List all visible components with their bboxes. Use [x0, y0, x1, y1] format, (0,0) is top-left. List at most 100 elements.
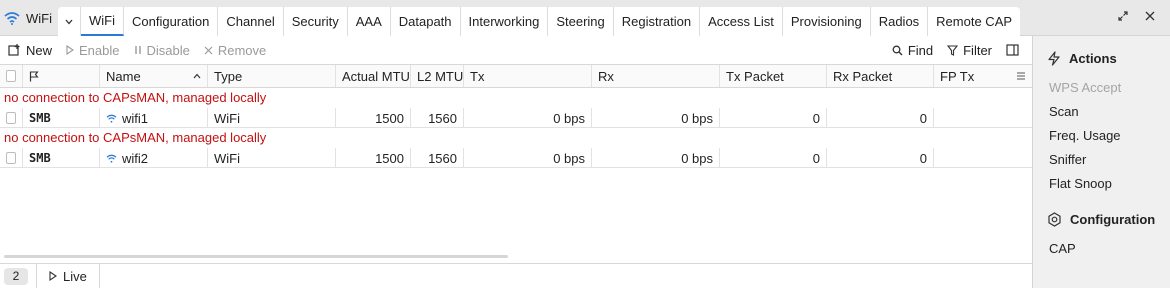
disable-button-label: Disable	[146, 42, 190, 58]
row-checkbox-cell[interactable]	[0, 108, 23, 128]
tab-configuration[interactable]: Configuration	[124, 7, 219, 36]
row-name: wifi2	[122, 150, 149, 166]
wifi-icon	[106, 114, 117, 123]
tab-interworking[interactable]: Interworking	[460, 7, 549, 36]
tab-registration[interactable]: Registration	[613, 7, 701, 36]
configuration-heading: Configuration	[1047, 212, 1155, 227]
tab-dropdown[interactable]	[58, 7, 81, 36]
tab-bar: WiFi Configuration Channel Security AAA …	[58, 7, 1021, 36]
find-button[interactable]: Find	[892, 43, 933, 58]
tab-security[interactable]: Security	[283, 7, 348, 36]
live-button[interactable]: Live	[37, 269, 99, 284]
find-button-label: Find	[907, 42, 934, 58]
action-freq-usage[interactable]: Freq. Usage	[1049, 128, 1121, 143]
filter-button-label: Filter	[963, 42, 992, 58]
row-rx: 0 bps	[592, 148, 720, 168]
restore-icon[interactable]	[1118, 10, 1128, 24]
action-sniffer[interactable]: Sniffer	[1049, 152, 1086, 167]
column-header-actual-mtu[interactable]: Actual MTU	[336, 65, 411, 87]
row-flags: SMB	[23, 108, 100, 128]
remove-button-label: Remove	[217, 42, 267, 58]
select-all-checkbox[interactable]	[6, 70, 16, 82]
live-button-label: Live	[63, 268, 87, 284]
row-checkbox-cell[interactable]	[0, 148, 23, 168]
column-header-fp-tx[interactable]: FP Tx	[934, 65, 1032, 87]
new-button[interactable]: New	[8, 43, 52, 58]
row-fp-tx	[934, 108, 1032, 128]
enable-button[interactable]: Enable	[66, 42, 120, 58]
row-fp-tx	[934, 148, 1032, 168]
action-flat-snoop[interactable]: Flat Snoop	[1049, 176, 1112, 191]
enable-button-label: Enable	[79, 42, 120, 58]
column-header-tx-packet[interactable]: Tx Packet	[720, 65, 827, 87]
close-icon[interactable]	[1145, 10, 1155, 24]
window-title: WiFi	[0, 6, 56, 30]
title-bar: WiFi WiFi Configuration Channel Security…	[0, 0, 1170, 36]
row-status-message: no connection to CAPsMAN, managed locall…	[4, 90, 267, 105]
table-row[interactable]: no connection to CAPsMAN, managed locall…	[0, 88, 1032, 128]
flags-column-header[interactable]	[23, 65, 100, 87]
sidebar-panel-icon	[1006, 44, 1019, 56]
flag-icon	[29, 70, 39, 81]
column-header-tx[interactable]: Tx	[464, 65, 592, 87]
tab-datapath[interactable]: Datapath	[390, 7, 461, 36]
new-item-icon	[8, 44, 20, 56]
row-name-cell: wifi1	[100, 108, 208, 128]
column-header-name-label: Name	[106, 68, 141, 84]
row-name: wifi1	[122, 110, 149, 126]
row-data: SMB wifi2 WiFi 1500 1560 0 bps 0 bps 0 0	[0, 148, 1032, 168]
column-header-l2-mtu[interactable]: L2 MTU	[411, 65, 464, 87]
tab-access-list[interactable]: Access List	[700, 7, 783, 36]
tab-radios[interactable]: Radios	[870, 7, 929, 36]
actions-heading-label: Actions	[1069, 51, 1117, 66]
row-tx: 0 bps	[464, 108, 592, 128]
item-count-badge: 2	[4, 267, 28, 285]
row-flags: SMB	[23, 148, 100, 168]
row-l2-mtu: 1560	[411, 148, 464, 168]
horizontal-scrollbar[interactable]	[4, 255, 508, 258]
tab-aaa[interactable]: AAA	[347, 7, 391, 36]
filter-icon	[947, 44, 959, 56]
row-name-cell: wifi2	[100, 148, 208, 168]
lightning-icon	[1048, 51, 1060, 66]
select-all-checkbox-cell[interactable]	[0, 65, 23, 87]
tab-channel[interactable]: Channel	[218, 7, 284, 36]
play-icon	[66, 45, 75, 55]
new-button-label: New	[26, 42, 53, 58]
column-header-rx-packet[interactable]: Rx Packet	[827, 65, 934, 87]
panel-toggle-button[interactable]	[1006, 44, 1024, 56]
tab-wifi[interactable]: WiFi	[81, 7, 124, 36]
search-icon	[892, 45, 903, 55]
actions-heading: Actions	[1047, 51, 1117, 66]
tab-remote-cap[interactable]: Remote CAP	[928, 7, 1021, 36]
tab-provisioning[interactable]: Provisioning	[782, 7, 871, 36]
play-icon	[49, 271, 57, 281]
tab-steering[interactable]: Steering	[548, 7, 614, 36]
column-header-fp-tx-label: FP Tx	[940, 68, 975, 84]
table-row[interactable]: no connection to CAPsMAN, managed locall…	[0, 128, 1032, 168]
disable-button[interactable]: Disable	[134, 43, 190, 58]
row-checkbox[interactable]	[6, 152, 16, 164]
filter-button[interactable]: Filter	[947, 43, 992, 58]
row-status-message: no connection to CAPsMAN, managed locall…	[4, 130, 267, 145]
row-actual-mtu: 1500	[336, 108, 411, 128]
action-scan[interactable]: Scan	[1049, 104, 1079, 119]
action-wps-accept[interactable]: WPS Accept	[1049, 80, 1121, 95]
row-rx-packet: 0	[827, 108, 934, 128]
row-checkbox[interactable]	[6, 112, 16, 124]
chevron-down-icon	[65, 19, 73, 24]
column-header-type[interactable]: Type	[208, 65, 336, 87]
remove-button[interactable]: Remove	[204, 43, 266, 58]
table-header: Name Type Actual MTU L2 MTU Tx Rx Tx Pac…	[0, 64, 1032, 88]
row-data: SMB wifi1 WiFi 1500 1560 0 bps 0 bps 0 0	[0, 108, 1032, 128]
remove-x-icon	[204, 46, 213, 54]
row-tx-packet: 0	[720, 148, 827, 168]
config-item-cap[interactable]: CAP	[1049, 241, 1076, 256]
row-type: WiFi	[208, 108, 336, 128]
row-rx-packet: 0	[827, 148, 934, 168]
actions-sidebar: Actions WPS Accept Scan Freq. Usage Snif…	[1032, 36, 1170, 288]
column-header-rx[interactable]: Rx	[592, 65, 720, 87]
pause-icon	[134, 46, 141, 54]
column-menu-icon[interactable]	[1016, 72, 1026, 80]
column-header-name[interactable]: Name	[100, 65, 208, 87]
